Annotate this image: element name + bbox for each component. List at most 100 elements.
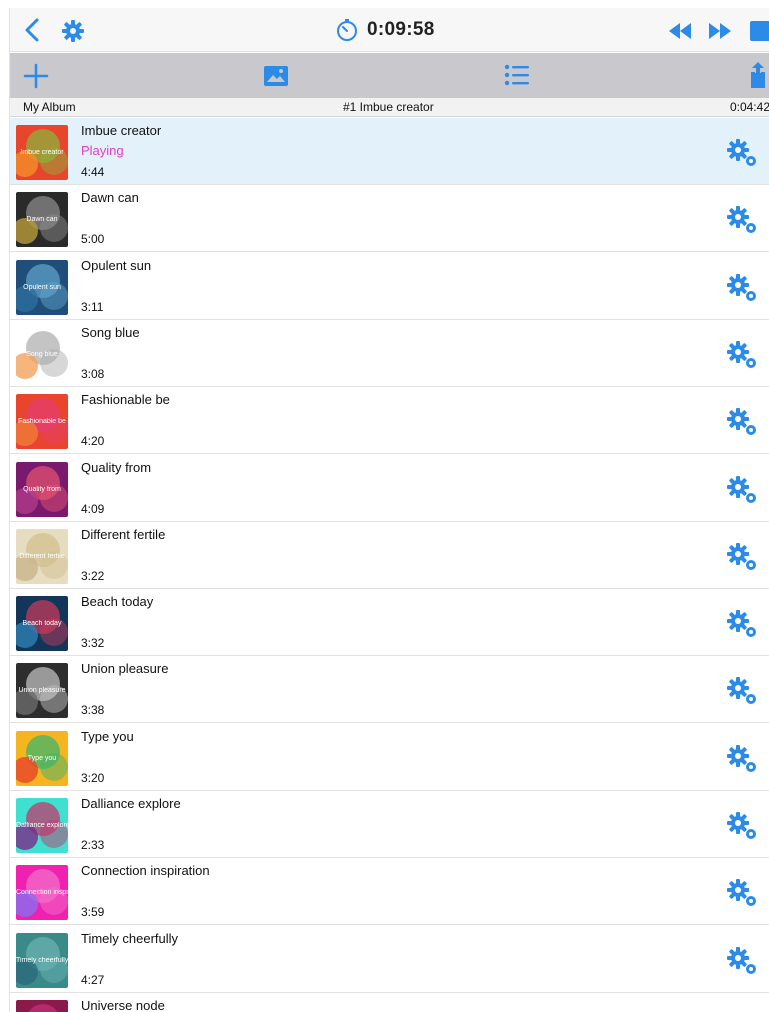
track-duration: 4:27 <box>81 972 105 987</box>
album-artwork: Imbue creator <box>16 125 68 180</box>
track-settings-gear-icon[interactable] <box>726 273 758 303</box>
album-artwork <box>16 999 68 1012</box>
track-status: Playing <box>81 143 124 158</box>
track-duration: 3:38 <box>81 703 105 718</box>
track-settings-gear-icon[interactable] <box>726 946 758 976</box>
fast-forward-icon[interactable] <box>707 21 733 41</box>
back-chevron-icon[interactable] <box>22 17 44 43</box>
track-settings-gear-icon[interactable] <box>726 542 758 572</box>
track-settings-gear-icon[interactable] <box>726 744 758 774</box>
track-settings-gear-icon[interactable] <box>726 475 758 505</box>
rewind-icon[interactable] <box>667 21 693 41</box>
album-artwork: Dawn can <box>16 192 68 248</box>
current-track-label: #1 Imbue creator <box>343 100 434 114</box>
remaining-time: 0:04:42 <box>729 100 769 114</box>
track-duration: 4:44 <box>81 165 105 179</box>
artwork-caption: Imbue creator <box>20 149 64 156</box>
track-duration: 3:22 <box>81 568 105 583</box>
album-name: My Album <box>23 100 76 114</box>
track-title: Quality from <box>81 459 152 475</box>
track-settings-gear-icon[interactable] <box>726 340 758 370</box>
add-plus-icon[interactable] <box>23 63 49 89</box>
track-row[interactable]: Dalliance explore Dalliance explore 2:33 <box>10 791 769 858</box>
app-frame: 0:09:58 My Album #1 Imbue creator 0:04:4… <box>9 8 769 1012</box>
track-settings-gear-icon[interactable] <box>726 811 758 841</box>
track-row[interactable]: Timely cheerfully Timely cheerfully 4:27 <box>10 925 769 993</box>
track-row[interactable]: Imbue creator Imbue creator Playing 4:44 <box>10 118 769 185</box>
track-row[interactable]: Beach today Beach today 3:32 <box>10 589 769 657</box>
artwork-caption: Fashionable be <box>18 418 66 426</box>
elapsed-time: 0:09:58 <box>367 19 435 40</box>
timer-clock-icon <box>337 19 357 41</box>
track-duration: 3:20 <box>81 770 105 785</box>
settings-gear-icon[interactable] <box>61 19 85 43</box>
track-row[interactable]: Fashionable be Fashionable be 4:20 <box>10 387 769 455</box>
track-title: Different fertile <box>81 526 166 542</box>
track-row[interactable]: Quality from Quality from 4:09 <box>10 454 769 522</box>
album-artwork: Timely cheerfully <box>16 932 68 988</box>
artwork-caption: Quality from <box>23 485 61 493</box>
track-title: Fashionable be <box>81 392 170 408</box>
artwork-caption: Song blue <box>26 350 58 358</box>
track-row[interactable]: Type you Type you 3:20 <box>10 723 769 791</box>
image-icon[interactable] <box>263 65 289 87</box>
track-title: Imbue creator <box>81 123 162 138</box>
artwork-caption: Type you <box>27 754 57 762</box>
toolbar <box>10 53 769 98</box>
track-title: Dalliance explore <box>81 796 181 811</box>
artwork-caption: Dawn can <box>26 216 58 224</box>
track-settings-gear-icon[interactable] <box>726 609 758 639</box>
track-duration: 3:59 <box>81 905 105 920</box>
elapsed-timer: 0:09:58 <box>335 17 435 43</box>
track-row[interactable]: Union pleasure Union pleasure 3:38 <box>10 656 769 724</box>
track-title: Song blue <box>81 324 140 340</box>
album-artwork: Dalliance explore <box>16 798 68 853</box>
artwork-caption: Union pleasure <box>18 687 66 695</box>
track-row[interactable]: Universe node <box>10 992 769 1012</box>
track-title: Timely cheerfully <box>81 930 179 946</box>
artwork-caption: Beach today <box>22 620 62 628</box>
track-duration: 2:33 <box>81 838 105 852</box>
album-artwork: Different fertile <box>16 528 68 584</box>
track-title: Dawn can <box>81 190 139 206</box>
album-artwork: Type you <box>16 730 68 786</box>
artwork-caption: Connection inspiration <box>16 889 68 897</box>
share-icon[interactable] <box>748 61 768 89</box>
track-row[interactable]: Connection inspiration Connection inspira… <box>10 858 769 926</box>
album-artwork: Fashionable be <box>16 394 68 450</box>
track-title: Beach today <box>81 594 154 610</box>
track-duration: 5:00 <box>81 232 105 247</box>
track-settings-gear-icon[interactable] <box>726 878 758 908</box>
album-artwork: Quality from <box>16 461 68 517</box>
artwork-caption: Timely cheerfully <box>16 956 68 964</box>
album-artwork: Beach today <box>16 596 68 652</box>
track-row[interactable]: Song blue Song blue 3:08 <box>10 319 769 387</box>
artwork-caption: Different fertile <box>19 552 65 560</box>
track-row[interactable]: Opulent sun Opulent sun 3:11 <box>10 252 769 320</box>
track-duration: 4:09 <box>81 501 105 516</box>
track-row[interactable]: Dawn can Dawn can 5:00 <box>10 185 769 253</box>
track-title: Connection inspiration <box>81 863 210 879</box>
track-row[interactable]: Different fertile Different fertile 3:22 <box>10 521 769 589</box>
track-title: Type you <box>81 728 134 744</box>
track-settings-gear-icon[interactable] <box>726 407 758 437</box>
track-title: Union pleasure <box>81 661 169 677</box>
top-bar: 0:09:58 <box>10 8 769 52</box>
track-duration: 3:32 <box>81 636 105 651</box>
album-artwork: Song blue <box>16 326 68 382</box>
now-playing-info-bar: My Album #1 Imbue creator 0:04:42 <box>10 98 769 117</box>
album-artwork: Connection inspiration <box>16 865 68 921</box>
track-settings-gear-icon[interactable] <box>726 205 758 235</box>
artwork-caption: Dalliance explore <box>16 822 68 829</box>
album-artwork: Union pleasure <box>16 663 68 719</box>
track-duration: 3:11 <box>81 299 104 314</box>
album-artwork: Opulent sun <box>16 259 68 315</box>
list-icon[interactable] <box>504 63 530 87</box>
stop-button[interactable] <box>750 21 769 41</box>
artwork-caption: Opulent sun <box>23 283 61 291</box>
track-duration: 3:08 <box>81 366 105 381</box>
track-title: Opulent sun <box>81 257 152 273</box>
track-duration: 4:20 <box>81 434 105 449</box>
track-settings-gear-icon[interactable] <box>726 676 758 706</box>
track-settings-gear-icon[interactable] <box>726 138 758 168</box>
